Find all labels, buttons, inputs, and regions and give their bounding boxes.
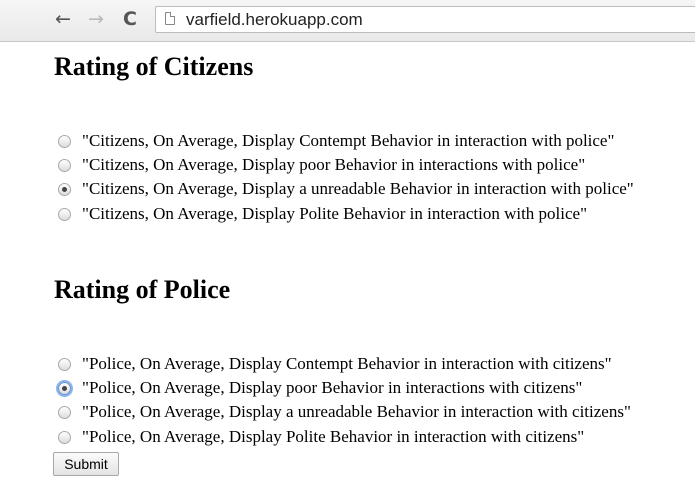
police-radio-contempt[interactable] bbox=[58, 357, 71, 371]
police-radio-unreadable[interactable] bbox=[58, 405, 71, 419]
citizens-option-polite[interactable]: "Citizens, On Average, Display Polite Be… bbox=[58, 203, 587, 225]
citizens-option-unreadable[interactable]: "Citizens, On Average, Display a unreada… bbox=[58, 178, 634, 200]
police-radio-poor[interactable] bbox=[58, 381, 71, 395]
option-label: "Police, On Average, Display a unreadabl… bbox=[82, 402, 631, 421]
address-bar[interactable]: varfield.herokuapp.com bbox=[155, 6, 695, 33]
police-option-polite[interactable]: "Police, On Average, Display Polite Beha… bbox=[58, 426, 584, 448]
page-icon bbox=[165, 12, 175, 25]
police-rating-title: Rating of Police bbox=[54, 275, 231, 304]
forward-arrow-icon[interactable]: → bbox=[85, 8, 107, 30]
citizens-radio-contempt[interactable] bbox=[58, 134, 71, 148]
citizens-radio-poor[interactable] bbox=[58, 158, 71, 172]
url-text[interactable]: varfield.herokuapp.com bbox=[186, 10, 363, 30]
reload-icon[interactable]: C bbox=[119, 8, 141, 30]
back-arrow-icon[interactable]: ← bbox=[52, 8, 74, 30]
police-option-unreadable[interactable]: "Police, On Average, Display a unreadabl… bbox=[58, 401, 631, 423]
citizens-radio-unreadable[interactable] bbox=[58, 182, 71, 196]
citizens-option-contempt[interactable]: "Citizens, On Average, Display Contempt … bbox=[58, 130, 614, 152]
option-label: "Citizens, On Average, Display Polite Be… bbox=[82, 204, 588, 223]
option-label: "Citizens, On Average, Display a unreada… bbox=[82, 179, 634, 198]
police-radio-polite[interactable] bbox=[58, 430, 71, 444]
option-label: "Police, On Average, Display poor Behavi… bbox=[82, 378, 583, 397]
option-label: "Police, On Average, Display Polite Beha… bbox=[82, 427, 585, 446]
option-label: "Citizens, On Average, Display Contempt … bbox=[82, 131, 615, 150]
option-label: "Police, On Average, Display Contempt Be… bbox=[82, 354, 612, 373]
submit-button[interactable]: Submit bbox=[53, 452, 119, 476]
police-option-poor[interactable]: "Police, On Average, Display poor Behavi… bbox=[58, 377, 582, 399]
citizens-radio-polite[interactable] bbox=[58, 207, 71, 221]
citizens-option-poor[interactable]: "Citizens, On Average, Display poor Beha… bbox=[58, 154, 585, 176]
browser-toolbar: ← → C varfield.herokuapp.com bbox=[0, 0, 695, 42]
citizens-rating-title: Rating of Citizens bbox=[54, 52, 254, 81]
option-label: "Citizens, On Average, Display poor Beha… bbox=[82, 155, 586, 174]
police-option-contempt[interactable]: "Police, On Average, Display Contempt Be… bbox=[58, 353, 612, 375]
